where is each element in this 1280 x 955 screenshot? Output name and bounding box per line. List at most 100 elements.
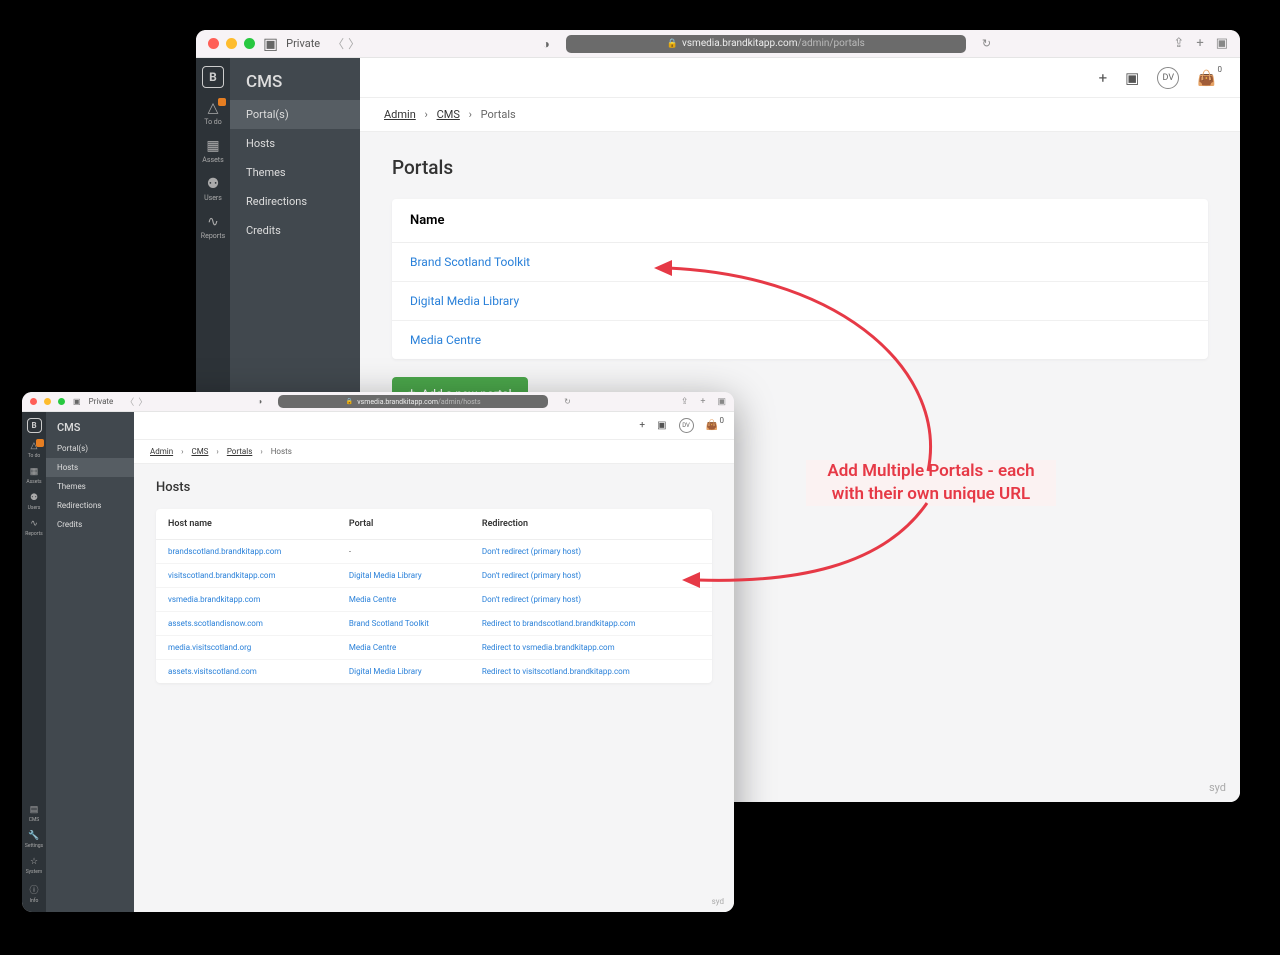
url-bar[interactable]: 🔒 vsmedia.brandkitapp.com/admin/portals: [566, 35, 966, 53]
forward-arrow-icon[interactable]: 〉: [138, 395, 147, 408]
app-logo-icon[interactable]: B: [27, 418, 42, 433]
forward-arrow-icon[interactable]: 〉: [348, 35, 360, 52]
host-link[interactable]: brandscotland.brandkitapp.com: [168, 547, 349, 556]
bag-icon[interactable]: 👜0: [1197, 69, 1216, 87]
plus-icon[interactable]: +: [639, 420, 645, 431]
share-icon[interactable]: ⇪: [681, 397, 689, 407]
portal-link[interactable]: Digital Media Library: [349, 571, 482, 580]
close-icon[interactable]: [30, 398, 37, 405]
redirection-link[interactable]: Redirect to vsmedia.brandkitapp.com: [482, 643, 700, 652]
table-header: Host name Portal Redirection: [156, 509, 712, 540]
share-icon[interactable]: ⇪: [1173, 36, 1184, 51]
app-logo-icon[interactable]: B: [202, 66, 224, 88]
grid-icon: ▦: [206, 138, 219, 154]
table-row: assets.visitscotland.com Digital Media L…: [156, 660, 712, 683]
table-row: Digital Media Library: [392, 282, 1208, 321]
host-link[interactable]: assets.scotlandisnow.com: [168, 619, 349, 628]
redirection-link[interactable]: Don't redirect (primary host): [482, 547, 700, 556]
sidebar-item-redirections[interactable]: Redirections: [230, 187, 360, 216]
portal-link[interactable]: Media Centre: [410, 333, 481, 347]
close-icon[interactable]: [208, 38, 219, 49]
col-header-redirection: Redirection: [482, 519, 700, 529]
sidebar-toggle-icon[interactable]: ▣: [263, 34, 278, 53]
breadcrumb-portals[interactable]: Portals: [227, 447, 253, 456]
portal-link[interactable]: Brand Scotland Toolkit: [410, 255, 530, 269]
browser-window-hosts: ▣ Private 〈 〉 ◑ 🔒 vsmedia.brandkitapp.co…: [22, 392, 734, 912]
browser-titlebar: ▣ Private 〈 〉 ◑ 🔒 vsmedia.brandkitapp.co…: [22, 392, 734, 412]
sidebar-item-hosts[interactable]: Hosts: [230, 129, 360, 158]
rail-item-settings[interactable]: 🔧 Settings: [25, 831, 43, 849]
traffic-lights[interactable]: [208, 38, 255, 49]
refresh-icon[interactable]: ↻: [982, 37, 991, 50]
archive-icon[interactable]: ▣: [1125, 69, 1139, 87]
maximize-icon[interactable]: [58, 398, 65, 405]
sidebar-item-hosts[interactable]: Hosts: [46, 458, 134, 477]
tabs-icon[interactable]: ▣: [1216, 36, 1228, 51]
rail-item-todo[interactable]: △ To do: [204, 100, 222, 126]
url-bar[interactable]: 🔒 vsmedia.brandkitapp.com/admin/hosts: [278, 395, 548, 408]
new-tab-icon[interactable]: +: [700, 397, 705, 407]
rail-item-system[interactable]: ☆ System: [25, 857, 43, 875]
shield-icon[interactable]: ◑: [257, 397, 262, 406]
portal-link[interactable]: Digital Media Library: [410, 294, 519, 308]
sidebar-item-themes[interactable]: Themes: [46, 477, 134, 496]
redirection-link[interactable]: Don't redirect (primary host): [482, 595, 700, 604]
portal-link[interactable]: Brand Scotland Toolkit: [349, 619, 482, 628]
breadcrumb-cms[interactable]: CMS: [437, 108, 460, 121]
sidebar-item-portals[interactable]: Portal(s): [230, 100, 360, 129]
rail-item-reports[interactable]: ∿ Reports: [201, 214, 225, 240]
redirection-link[interactable]: Redirect to visitscotland.brandkitapp.co…: [482, 667, 700, 676]
rail-item-assets[interactable]: ▦ Assets: [26, 467, 41, 485]
host-link[interactable]: assets.visitscotland.com: [168, 667, 349, 676]
sidebar-item-portals[interactable]: Portal(s): [46, 439, 134, 458]
maximize-icon[interactable]: [244, 38, 255, 49]
host-link[interactable]: vsmedia.brandkitapp.com: [168, 595, 349, 604]
col-header-host: Host name: [168, 519, 349, 529]
sidebar-item-redirections[interactable]: Redirections: [46, 496, 134, 515]
tabs-icon[interactable]: ▣: [718, 397, 727, 407]
rail-item-users[interactable]: ⚉ Users: [204, 176, 222, 202]
star-icon: ☆: [30, 857, 38, 867]
portal-link[interactable]: Digital Media Library: [349, 667, 482, 676]
sidebar-item-credits[interactable]: Credits: [230, 216, 360, 245]
plus-icon[interactable]: +: [1099, 69, 1108, 87]
minimize-icon[interactable]: [44, 398, 51, 405]
avatar-circle[interactable]: DV: [679, 418, 694, 433]
rail-item-todo[interactable]: △ To do: [28, 441, 41, 459]
redirection-link[interactable]: Redirect to brandscotland.brandkitapp.co…: [482, 619, 700, 628]
sidebar-item-credits[interactable]: Credits: [46, 515, 134, 534]
breadcrumb-cms[interactable]: CMS: [191, 447, 208, 456]
private-badge: Private: [286, 37, 320, 50]
traffic-lights[interactable]: [30, 398, 65, 405]
host-link[interactable]: media.visitscotland.org: [168, 643, 349, 652]
minimize-icon[interactable]: [226, 38, 237, 49]
redirection-link[interactable]: Don't redirect (primary host): [482, 571, 700, 580]
rail-item-reports[interactable]: ∿ Reports: [25, 519, 42, 537]
sidebar-toggle-icon[interactable]: ▣: [73, 397, 81, 406]
shield-icon[interactable]: ◑: [543, 37, 550, 51]
browser-titlebar: ▣ Private 〈 〉 ◑ 🔒 vsmedia.brandkitapp.co…: [196, 30, 1240, 58]
breadcrumb-admin[interactable]: Admin: [384, 108, 416, 121]
rail-item-users[interactable]: ⚉ Users: [28, 493, 41, 511]
refresh-icon[interactable]: ↻: [564, 397, 571, 406]
main-content: + ▣ DV 👜0 Admin › CMS › Portals › Hosts …: [134, 412, 734, 912]
breadcrumb-admin[interactable]: Admin: [150, 447, 173, 456]
rail-item-cms[interactable]: ▤ CMS: [25, 805, 43, 823]
bag-icon[interactable]: 👜0: [706, 420, 718, 431]
portal-link[interactable]: Media Centre: [349, 643, 482, 652]
archive-icon[interactable]: ▣: [657, 420, 666, 431]
avatar-circle[interactable]: DV: [1157, 67, 1179, 89]
back-arrow-icon[interactable]: 〈: [332, 35, 344, 52]
breadcrumb-current: Portals: [481, 108, 516, 121]
rail-item-info[interactable]: ⓘ Info: [25, 883, 43, 904]
rail-item-assets[interactable]: ▦ Assets: [202, 138, 223, 164]
table-row: media.visitscotland.org Media Centre Red…: [156, 636, 712, 660]
host-link[interactable]: visitscotland.brandkitapp.com: [168, 571, 349, 580]
sidebar-title: CMS: [46, 412, 134, 439]
back-arrow-icon[interactable]: 〈: [125, 395, 134, 408]
portal-link[interactable]: Media Centre: [349, 595, 482, 604]
annotation-label: Add Multiple Portals - each with their o…: [806, 460, 1056, 506]
app-topbar: + ▣ DV 👜0: [134, 412, 734, 440]
new-tab-icon[interactable]: +: [1196, 36, 1203, 51]
sidebar-item-themes[interactable]: Themes: [230, 158, 360, 187]
